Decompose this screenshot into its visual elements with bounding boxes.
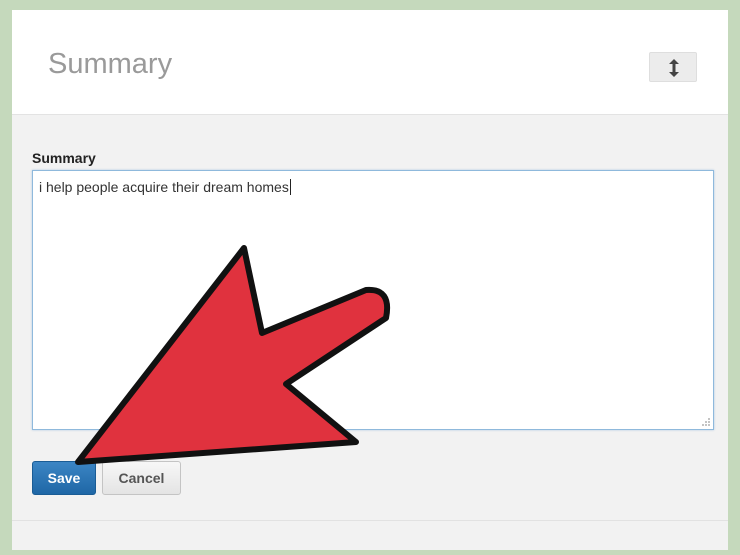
cancel-button[interactable]: Cancel bbox=[102, 461, 181, 495]
summary-field-label: Summary bbox=[32, 150, 96, 166]
reorder-button[interactable] bbox=[649, 52, 697, 82]
save-button[interactable]: Save bbox=[32, 461, 96, 495]
summary-edit-card: Summary Summary i help people acquire th… bbox=[12, 10, 728, 550]
text-caret bbox=[289, 179, 291, 195]
summary-text: i help people acquire their dream homes bbox=[39, 179, 289, 195]
up-down-arrow-icon bbox=[669, 59, 679, 77]
page-title: Summary bbox=[48, 48, 173, 80]
footer-divider bbox=[12, 520, 728, 521]
summary-textarea[interactable]: i help people acquire their dream homes bbox=[32, 170, 714, 430]
resize-grip-icon[interactable] bbox=[701, 417, 711, 427]
card-header: Summary bbox=[12, 10, 728, 115]
